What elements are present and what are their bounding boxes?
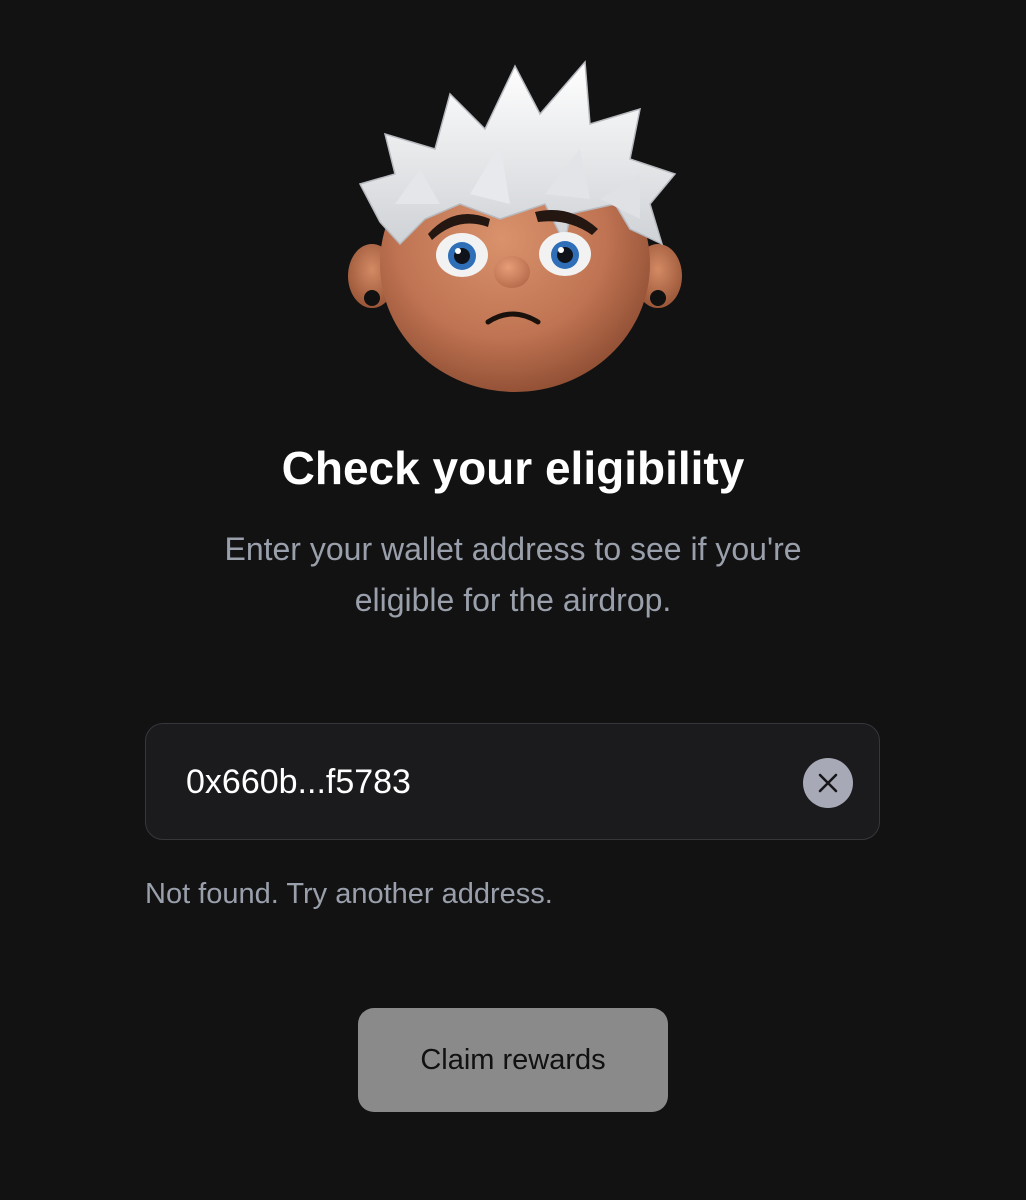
status-message: Not found. Try another address. xyxy=(145,878,553,910)
page-title: Check your eligibility xyxy=(281,442,745,494)
claim-rewards-button[interactable]: Claim rewards xyxy=(358,1008,668,1112)
subtitle-line: eligible for the airdrop. xyxy=(354,582,672,618)
wallet-address-input[interactable] xyxy=(186,724,786,841)
page-subtitle: Enter your wallet address to see if you'… xyxy=(180,524,846,626)
close-icon xyxy=(818,773,838,793)
subtitle-line: Enter your wallet address to see if you'… xyxy=(224,531,802,567)
sad-character-avatar-icon xyxy=(340,54,690,404)
clear-input-button[interactable] xyxy=(803,758,853,808)
wallet-address-field[interactable] xyxy=(145,723,880,841)
